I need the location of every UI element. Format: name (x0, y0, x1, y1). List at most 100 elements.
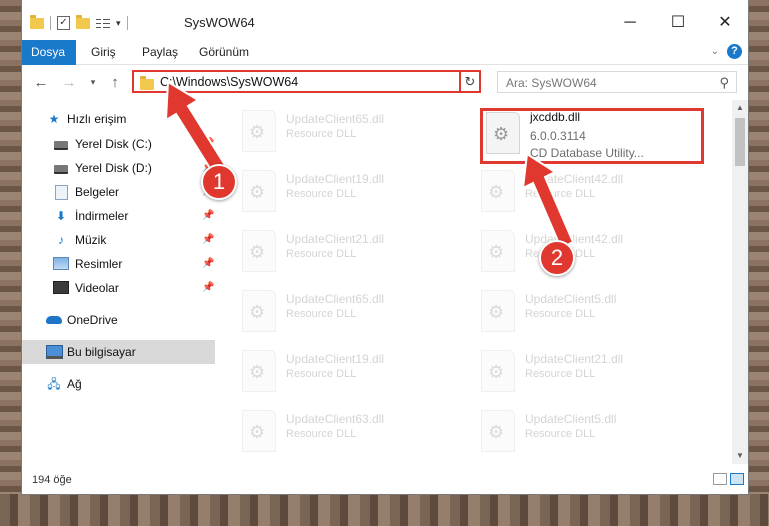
explorer-window: ✓ ▾ SysWOW64 ─ ☐ ✕ Dosya Giriş Paylaş Gö… (22, 0, 748, 494)
up-arrow-icon[interactable]: ↑ (106, 74, 124, 91)
close-button[interactable]: ✕ (702, 10, 748, 36)
file-name: UpdateClient63.dll (286, 412, 385, 426)
sidebar-item-label: OneDrive (67, 313, 118, 327)
drive-icon (53, 161, 69, 175)
dll-file-icon (242, 170, 276, 212)
folder-icon (30, 14, 44, 29)
sidebar-item-this-pc[interactable]: Bu bilgisayar (22, 340, 215, 364)
customize-toolbar-icon[interactable]: ▾ (116, 18, 121, 29)
sidebar-item-network[interactable]: 🖧 Ağ (22, 372, 215, 396)
sidebar-item-pictures[interactable]: Resimler 📌 (22, 252, 215, 276)
sidebar-item-music[interactable]: ♪ Müzik 📌 (22, 228, 215, 252)
sidebar-item-label: Yerel Disk (D:) (75, 161, 152, 175)
list-item[interactable]: UpdateClient19.dll Resource DLL (238, 166, 468, 216)
tab-view[interactable]: Görünüm (188, 40, 260, 64)
sidebar-item-documents[interactable]: Belgeler 📌 (22, 180, 215, 204)
sidebar-item-local-disk-d[interactable]: Yerel Disk (D:) 📌 (22, 156, 215, 180)
list-item[interactable]: UpdateClient21.dll Resource DLL (238, 226, 468, 276)
sidebar-item-local-disk-c[interactable]: Yerel Disk (C:) 📌 (22, 132, 215, 156)
details-view-icon[interactable] (713, 473, 727, 485)
ribbon-tabs: Dosya Giriş Paylaş Görünüm ⌄ ? (22, 40, 748, 90)
list-item[interactable]: UpdateClient21.dll Resource DLL (477, 346, 707, 396)
window-title: SysWOW64 (184, 15, 255, 30)
separator (50, 16, 51, 30)
file-name: UpdateClient19.dll (286, 172, 385, 186)
dll-file-icon (242, 350, 276, 392)
pin-icon[interactable]: 📌 (202, 204, 214, 228)
status-bar: 194 öğe (22, 466, 748, 494)
refresh-button[interactable]: ↻ (459, 70, 481, 93)
highlight-box (480, 108, 704, 164)
help-icon[interactable]: ? (727, 44, 742, 59)
expand-ribbon-icon[interactable]: ⌄ (711, 46, 719, 57)
sidebar-item-label: Ağ (67, 377, 82, 391)
list-item[interactable]: UpdateClient5.dll Resource DLL (477, 406, 707, 456)
maximize-button[interactable]: ☐ (655, 10, 701, 36)
file-description: Resource DLL (525, 368, 596, 380)
sidebar-item-label: Resimler (75, 257, 123, 271)
new-folder-icon[interactable] (76, 14, 90, 29)
address-path[interactable]: C:\Windows\SysWOW64 (160, 75, 298, 89)
pin-icon[interactable]: 📌 (202, 252, 214, 276)
step-badge-1: 1 (201, 164, 237, 200)
star-icon: ★ (48, 112, 60, 126)
file-name: UpdateClient21.dll (286, 232, 385, 246)
navigation-pane: ★ Hızlı erişim Yerel Disk (C:) 📌 Yerel D… (22, 100, 215, 464)
step-badge-2: 2 (539, 240, 575, 276)
list-item[interactable]: UpdateClient63.dll Resource DLL (238, 406, 468, 456)
scroll-up-icon[interactable]: ▲ (732, 100, 748, 116)
background-right (749, 0, 769, 526)
network-icon: 🖧 (47, 377, 61, 391)
file-name: UpdateClient5.dll (525, 412, 617, 426)
back-arrow-icon[interactable]: ← (32, 74, 50, 91)
scrollbar-thumb[interactable] (735, 118, 745, 166)
list-item[interactable]: UpdateClient65.dll Resource DLL (238, 106, 468, 156)
minimize-button[interactable]: ─ (607, 10, 653, 36)
dll-file-icon (242, 290, 276, 332)
list-item[interactable]: UpdateClient42.dll Resource DLL (477, 226, 707, 276)
sidebar-item-label: Bu bilgisayar (67, 345, 136, 359)
view-switcher (713, 473, 744, 485)
list-item[interactable]: UpdateClient19.dll Resource DLL (238, 346, 468, 396)
sidebar-item-videos[interactable]: Videolar 📌 (22, 276, 215, 300)
large-icons-view-icon[interactable] (730, 473, 744, 485)
file-name: UpdateClient42.dll (525, 172, 624, 186)
vertical-scrollbar[interactable]: ▲ ▼ (732, 100, 748, 464)
background-bottom (0, 494, 769, 526)
recent-locations-icon[interactable]: ▾ (84, 77, 102, 88)
sidebar-item-quick-access[interactable]: ★ Hızlı erişim (22, 107, 215, 131)
dll-file-icon (481, 290, 515, 332)
tab-share[interactable]: Paylaş (131, 40, 189, 64)
file-name: UpdateClient19.dll (286, 352, 385, 366)
folder-icon (140, 76, 154, 90)
sidebar-item-onedrive[interactable]: OneDrive (22, 308, 215, 332)
list-properties-icon[interactable] (96, 17, 110, 29)
pin-icon[interactable]: 📌 (202, 228, 214, 252)
sidebar-item-label: İndirmeler (75, 209, 129, 223)
pin-icon[interactable]: 📌 (202, 132, 214, 156)
forward-arrow-icon[interactable]: → (60, 74, 78, 91)
videos-icon (53, 281, 69, 295)
search-icon[interactable]: ⚲ (719, 75, 729, 91)
list-item[interactable]: UpdateClient65.dll Resource DLL (238, 286, 468, 336)
sidebar-item-label: Yerel Disk (C:) (75, 137, 152, 151)
file-description: Resource DLL (286, 128, 357, 140)
list-item[interactable]: UpdateClient42.dll Resource DLL (477, 166, 707, 216)
music-icon: ♪ (58, 233, 64, 247)
cloud-icon (46, 313, 62, 327)
search-box[interactable]: Ara: SysWOW64 ⚲ (497, 71, 737, 93)
dll-file-icon (242, 110, 276, 152)
tab-home[interactable]: Giriş (80, 40, 127, 64)
address-bar[interactable]: C:\Windows\SysWOW64 ▾ (132, 70, 481, 93)
sidebar-item-label: Videolar (75, 281, 119, 295)
pin-icon[interactable]: 📌 (202, 276, 214, 300)
dll-file-icon (481, 170, 515, 212)
properties-check-icon[interactable]: ✓ (57, 16, 70, 30)
navigation-bar: ← → ▾ ↑ C:\Windows\SysWOW64 ▾ ↻ Ara: Sys… (22, 65, 748, 99)
scroll-down-icon[interactable]: ▼ (732, 448, 748, 464)
sidebar-item-downloads[interactable]: ⬇ İndirmeler 📌 (22, 204, 215, 228)
dll-file-icon (481, 410, 515, 452)
background-left (0, 0, 22, 526)
list-item[interactable]: UpdateClient5.dll Resource DLL (477, 286, 707, 336)
search-input[interactable]: Ara: SysWOW64 (506, 76, 597, 90)
